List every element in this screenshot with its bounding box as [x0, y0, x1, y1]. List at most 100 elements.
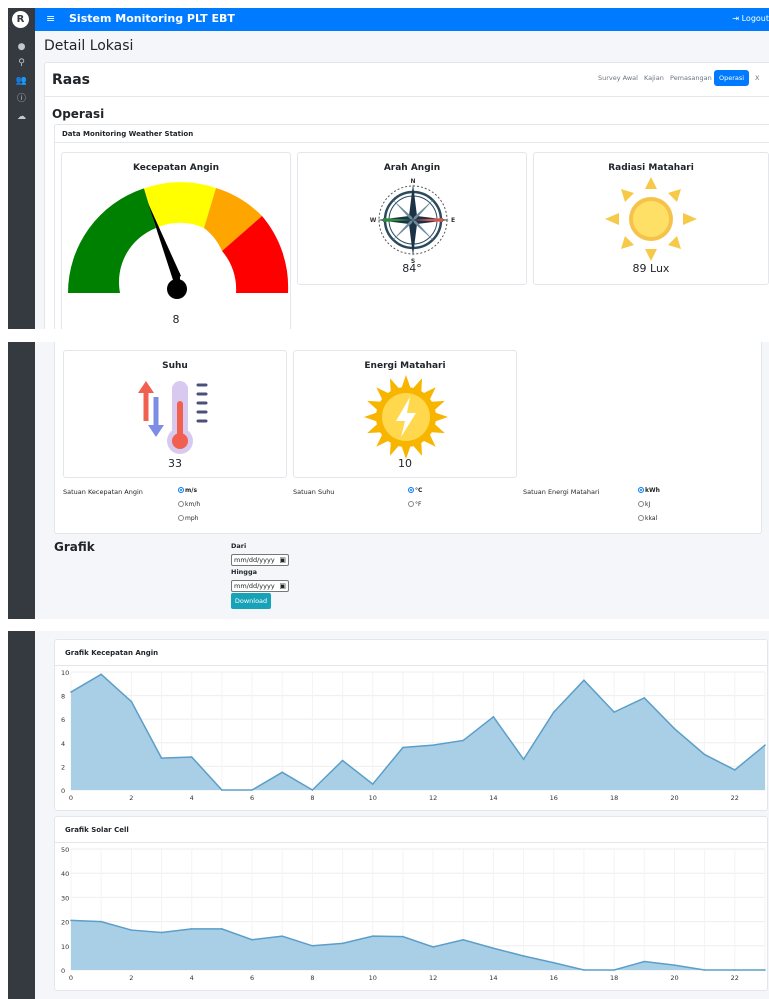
energy-unit-kwh[interactable]: kWh — [638, 487, 660, 494]
tab-kajian[interactable]: Kajian — [644, 70, 664, 86]
x-tick-label: 2 — [129, 794, 133, 802]
temp-unit-c[interactable]: °C — [408, 487, 422, 494]
app-logo: R — [12, 11, 29, 28]
data-point — [492, 947, 495, 950]
y-tick-label: 4 — [61, 740, 65, 748]
data-point — [402, 746, 404, 749]
y-tick-label: 8 — [61, 693, 65, 701]
cloud-upload-icon[interactable]: ☁ — [8, 112, 35, 122]
solar-energy-value: 10 — [398, 457, 412, 470]
y-tick-label: 10 — [61, 669, 69, 677]
data-point — [160, 931, 163, 934]
x-tick-label: 10 — [369, 974, 377, 982]
x-tick-label: 6 — [250, 794, 254, 802]
data-point — [462, 938, 465, 941]
data-point — [522, 758, 525, 761]
sun-icon — [605, 177, 697, 261]
brand-title[interactable]: Sistem Monitoring PLT EBT — [69, 12, 235, 25]
data-point — [371, 783, 374, 785]
data-point — [130, 929, 133, 931]
thermometer-icon — [138, 381, 208, 454]
screen-part-top: R ● ⚲ 👥 ⓘ ☁ ≡ Sistem Monitoring PLT EBT … — [8, 8, 769, 329]
data-point — [673, 727, 676, 730]
data-point — [643, 960, 646, 963]
x-tick-label: 14 — [489, 974, 497, 982]
energy-unit-kj[interactable]: kJ — [638, 501, 650, 508]
x-tick-label: 12 — [429, 974, 437, 982]
wind-unit-label: Satuan Kecepatan Angin — [63, 488, 143, 496]
x-tick-label: 12 — [429, 794, 437, 802]
y-tick-label: 20 — [61, 919, 69, 927]
wind-speed-card: Kecepatan Angin 8 — [61, 152, 291, 329]
data-point — [251, 938, 253, 941]
data-point — [311, 789, 314, 791]
wind-unit-mph[interactable]: mph — [178, 515, 198, 522]
data-point — [462, 739, 465, 742]
data-point — [221, 928, 223, 930]
divider — [44, 96, 769, 97]
data-point — [70, 919, 72, 922]
wind-unit-kmh[interactable]: km/h — [178, 501, 200, 508]
temperature-value: 33 — [168, 457, 182, 470]
data-point — [281, 771, 284, 774]
data-point — [522, 955, 525, 957]
data-point — [673, 964, 676, 966]
info-icon[interactable]: ⓘ — [8, 94, 35, 104]
data-point — [613, 969, 615, 971]
to-date-input[interactable]: mm/dd/yyyy ▣ — [231, 580, 289, 592]
compass-n: N — [410, 178, 415, 185]
tab-pemasangan[interactable]: Pemasangan — [670, 70, 712, 86]
calendar-icon[interactable]: ▣ — [279, 555, 286, 565]
from-date-input[interactable]: mm/dd/yyyy ▣ — [231, 554, 289, 566]
tab-survey-awal[interactable]: Survey Awal — [598, 70, 638, 86]
data-point — [734, 969, 736, 971]
data-point — [251, 789, 253, 791]
energy-unit-kkal[interactable]: kkal — [638, 515, 657, 522]
calendar-icon[interactable]: ▣ — [279, 581, 286, 591]
y-tick-label: 10 — [61, 943, 69, 951]
y-tick-label: 40 — [61, 870, 69, 878]
menu-toggle-icon[interactable]: ≡ — [46, 12, 55, 25]
data-point — [432, 946, 434, 948]
compass-e: E — [451, 217, 455, 224]
y-tick-label: 2 — [61, 763, 65, 771]
x-tick-label: 18 — [610, 794, 618, 802]
y-tick-label: 50 — [61, 846, 69, 854]
gauge-hub — [167, 279, 187, 299]
data-point — [643, 697, 646, 699]
temp-unit-f[interactable]: °F — [408, 501, 421, 508]
gauge-hub-cap — [173, 273, 180, 281]
gauge-band-green — [68, 188, 156, 293]
sidebar — [8, 342, 35, 619]
solar-chart-title: Grafik Solar Cell — [65, 826, 129, 834]
dashboard-icon[interactable]: ● — [8, 42, 35, 52]
tab-operasi[interactable]: Operasi — [714, 70, 750, 86]
subsection-title: Data Monitoring Weather Station — [62, 130, 194, 138]
data-point — [703, 969, 706, 971]
data-point — [221, 789, 223, 791]
x-tick-label: 14 — [489, 794, 497, 802]
data-point — [281, 935, 284, 937]
data-point — [160, 757, 163, 759]
data-point — [764, 744, 766, 746]
data-point — [703, 753, 706, 756]
data-point — [311, 945, 314, 947]
data-point — [371, 935, 374, 937]
y-tick-label: 6 — [61, 716, 65, 724]
x-tick-label: 22 — [731, 974, 739, 982]
wind-speed-value: 8 — [172, 313, 180, 326]
x-tick-label: 18 — [610, 974, 618, 982]
download-button[interactable]: Download — [231, 593, 271, 609]
wind-unit-ms[interactable]: m/s — [178, 487, 197, 494]
map-marker-icon[interactable]: ⚲ — [8, 58, 35, 68]
data-point — [492, 716, 495, 718]
wind-speed-gauge — [68, 182, 289, 299]
users-icon[interactable]: 👥 — [8, 76, 35, 86]
x-tick-label: 0 — [69, 794, 73, 802]
data-point — [552, 711, 555, 713]
from-label: Dari — [231, 542, 247, 550]
logout-link[interactable]: ⇥ Logout — [732, 14, 769, 23]
tab-x[interactable]: X — [755, 70, 759, 86]
area-fill — [71, 920, 765, 970]
energy-unit-label: Satuan Energi Matahari — [523, 488, 600, 496]
